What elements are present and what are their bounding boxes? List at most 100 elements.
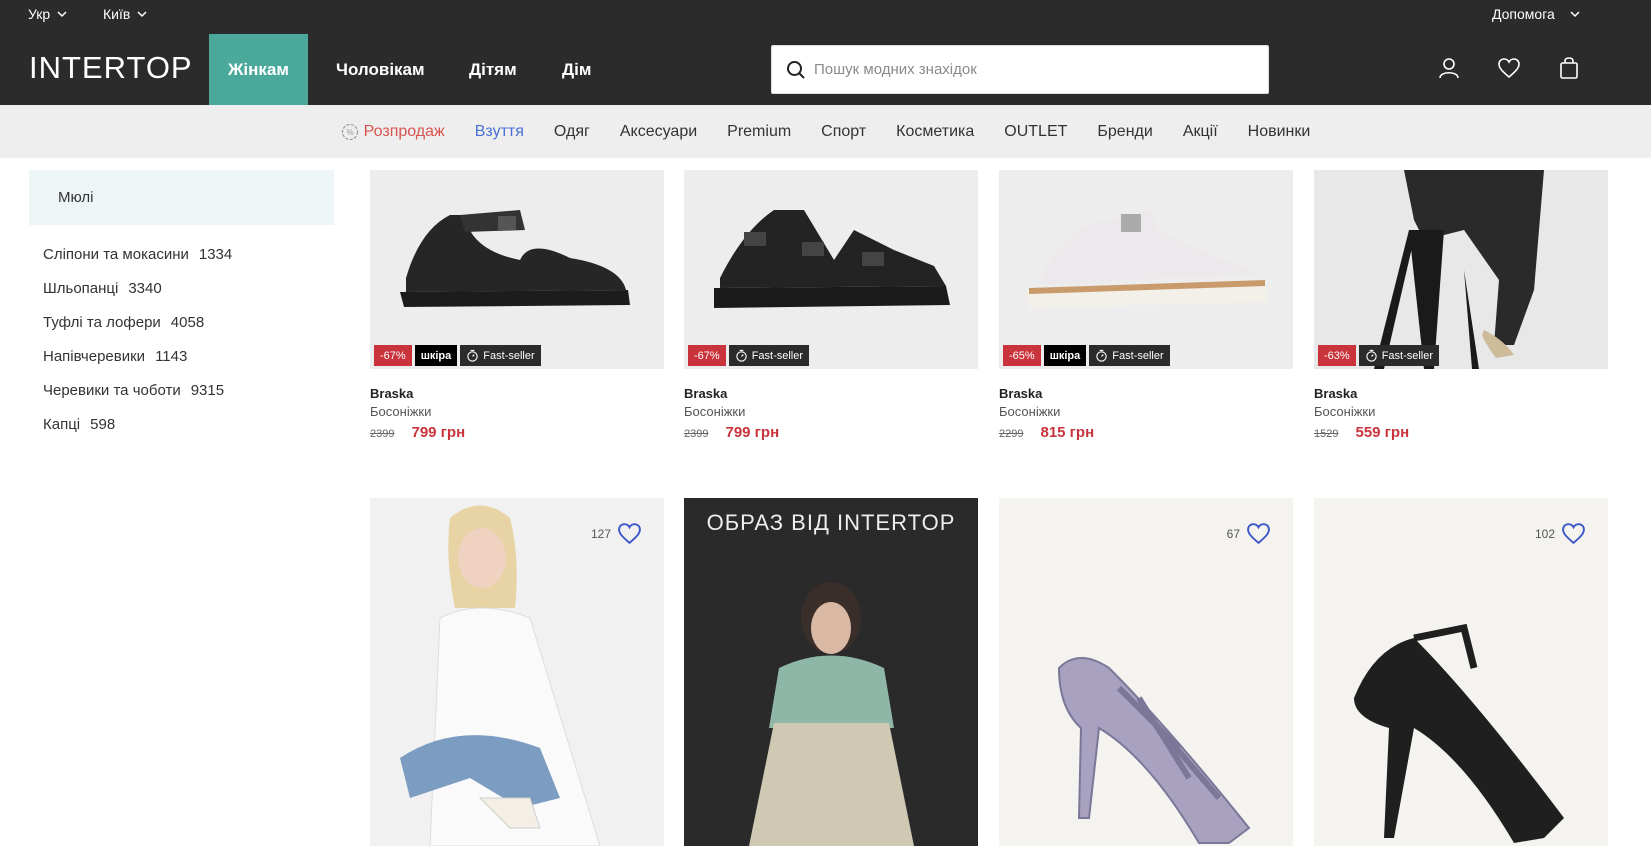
promo-card[interactable]: ОБРАЗ ВІД INTERTOP — [684, 498, 978, 846]
category-cosmetics[interactable]: Косметика — [896, 123, 974, 141]
city-selector[interactable]: Київ — [103, 6, 148, 22]
sidebar-item-label: Сліпони та мокасини — [43, 245, 189, 263]
category-outlet[interactable]: OUTLET — [1004, 123, 1067, 141]
sidebar-item-count: 1334 — [198, 245, 233, 263]
sidebar-item-mules[interactable]: Мюлі — [29, 170, 334, 225]
sidebar-item-label: Черевики та чоботи — [43, 381, 181, 399]
wishlist-button[interactable]: 127 — [591, 522, 642, 545]
category-bar: % Розпродаж Взуття Одяг Аксесуари Premiu… — [0, 105, 1651, 158]
product-type: Босоніжки — [684, 404, 746, 419]
fast-seller-label: Fast-seller — [483, 349, 535, 362]
old-price: 1529 — [1314, 428, 1339, 440]
heel-sandal-image — [1057, 657, 1251, 844]
logo[interactable]: INTERTOP — [29, 50, 193, 86]
category-shoes[interactable]: Взуття — [475, 123, 524, 141]
bag-icon[interactable] — [1557, 56, 1581, 80]
sidebar-item[interactable]: Туфлі та лофери 4058 — [43, 305, 334, 339]
sidebar-item[interactable]: Напівчеревики 1143 — [43, 339, 334, 373]
category-premium[interactable]: Premium — [727, 123, 791, 141]
sidebar-item-count: 1143 — [155, 347, 188, 365]
sidebar-item[interactable]: Сліпони та мокасини 1334 — [43, 237, 334, 271]
sidebar-item-count: 9315 — [190, 381, 225, 399]
category-clothing[interactable]: Одяг — [554, 123, 590, 141]
product-type: Босоніжки — [999, 404, 1061, 419]
model-photo — [400, 505, 601, 846]
sidebar-item-label: Туфлі та лофери — [43, 313, 161, 331]
language-selector[interactable]: Укр — [28, 6, 68, 22]
discount-badge: -63% — [1318, 345, 1356, 366]
product-card[interactable]: 102 — [1314, 498, 1608, 846]
sidebar-item-label: Шльопанці — [43, 279, 119, 297]
sidebar-item[interactable]: Капці 598 — [43, 407, 334, 441]
product-image[interactable]: -65% шкіра Fast-seller — [999, 170, 1293, 369]
help-menu[interactable]: Допомога — [1492, 6, 1581, 22]
category-sale[interactable]: % Розпродаж — [341, 123, 445, 141]
city-label: Київ — [103, 6, 131, 22]
heart-icon — [618, 523, 641, 545]
nav-home[interactable]: Дім — [543, 34, 610, 105]
fast-seller-label: Fast-seller — [751, 349, 804, 362]
chevron-down-icon — [137, 11, 147, 18]
sidebar-item[interactable]: Черевики та чоботи 9315 — [43, 373, 334, 407]
wishlist-button[interactable]: 67 — [1227, 522, 1271, 545]
fast-seller-badge: Fast-seller — [728, 345, 810, 366]
old-price: 2399 — [684, 428, 709, 440]
sidebar-item-label: Напівчеревики — [43, 347, 146, 365]
product-card[interactable]: -67% Fast-seller Braska Босоніжки 2399 79… — [684, 170, 978, 441]
model-legs-image — [1374, 170, 1544, 369]
category-accessories[interactable]: Аксесуари — [620, 123, 697, 141]
user-icon[interactable] — [1437, 56, 1461, 80]
category-brands[interactable]: Бренди — [1097, 123, 1152, 141]
nav-men[interactable]: Чоловікам — [317, 34, 444, 105]
sidebar-item-count: 598 — [90, 415, 116, 433]
category-promotions[interactable]: Акції — [1183, 123, 1218, 141]
chevron-down-icon — [57, 11, 67, 18]
heart-icon — [1247, 523, 1270, 545]
product-card[interactable]: 67 — [999, 498, 1293, 846]
help-label: Допомога — [1492, 6, 1555, 22]
nav-women[interactable]: Жінкам — [209, 34, 308, 105]
category-sport[interactable]: Спорт — [821, 123, 866, 141]
header: Укр Київ Допомога INTERTOP Жінкам Чолові… — [0, 0, 1651, 105]
likes-count: 127 — [590, 526, 611, 541]
fast-seller-badge: Fast-seller — [1358, 345, 1440, 366]
product-image[interactable]: -63% Fast-seller — [1314, 170, 1608, 369]
likes-count: 67 — [1226, 526, 1240, 541]
sale-tag-icon: % — [341, 123, 358, 140]
product-brand: Braska — [684, 386, 728, 401]
chevron-down-icon — [1570, 11, 1580, 18]
sandal-image — [1025, 210, 1269, 308]
fast-seller-label: Fast-seller — [1112, 349, 1164, 362]
category-new[interactable]: Новинки — [1248, 123, 1311, 141]
sidebar-item[interactable]: Шльопанці 3340 — [43, 271, 334, 305]
svg-text:%: % — [346, 128, 353, 137]
sidebar-item-count: 4058 — [170, 313, 205, 331]
product-card[interactable]: -67% шкіра Fast-seller Braska Босоніжки … — [370, 170, 664, 441]
category-label: Розпродаж — [363, 122, 445, 140]
product-brand: Braska — [999, 386, 1043, 401]
nav-kids[interactable]: Дітям — [450, 34, 536, 105]
product-card[interactable]: -65% шкіра Fast-seller Braska Босоніжки … — [999, 170, 1293, 441]
search-icon[interactable] — [786, 60, 806, 80]
heart-icon[interactable] — [1497, 56, 1521, 80]
stopwatch-icon — [467, 349, 478, 362]
sandal-image — [714, 210, 950, 308]
stopwatch-icon — [1096, 349, 1107, 362]
search-box — [771, 45, 1269, 94]
sandal-image — [400, 210, 630, 307]
fast-seller-badge: Fast-seller — [460, 345, 541, 366]
leather-badge: шкіра — [1043, 345, 1087, 366]
discount-badge: -65% — [1003, 345, 1041, 366]
wishlist-button[interactable]: 102 — [1535, 522, 1586, 545]
product-brand: Braska — [1314, 386, 1358, 401]
language-label: Укр — [28, 6, 51, 22]
product-image[interactable]: -67% Fast-seller — [684, 170, 978, 369]
product-card[interactable]: -63% Fast-seller Braska Босоніжки 1529 55… — [1314, 170, 1608, 441]
search-input[interactable] — [814, 61, 1254, 78]
discount-badge: -67% — [688, 345, 726, 366]
product-type: Босоніжки — [1314, 404, 1376, 419]
product-image[interactable]: -67% шкіра Fast-seller — [370, 170, 664, 369]
sale-price: 799 грн — [725, 424, 780, 441]
sale-price: 799 грн — [411, 424, 466, 441]
product-card[interactable]: 127 — [370, 498, 664, 846]
